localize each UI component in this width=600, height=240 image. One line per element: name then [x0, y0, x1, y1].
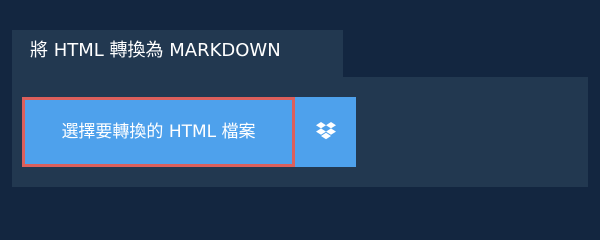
select-file-label: 選擇要轉換的 HTML 檔案 — [61, 122, 256, 142]
select-file-button[interactable]: 選擇要轉換的 HTML 檔案 — [22, 97, 295, 167]
dropbox-button[interactable] — [295, 97, 356, 167]
tab-title: 將 HTML 轉換為 MARKDOWN — [30, 40, 281, 61]
converter-tab: 將 HTML 轉換為 MARKDOWN — [12, 30, 343, 77]
upload-panel: 選擇要轉換的 HTML 檔案 — [12, 77, 588, 187]
dropbox-icon — [315, 122, 337, 142]
